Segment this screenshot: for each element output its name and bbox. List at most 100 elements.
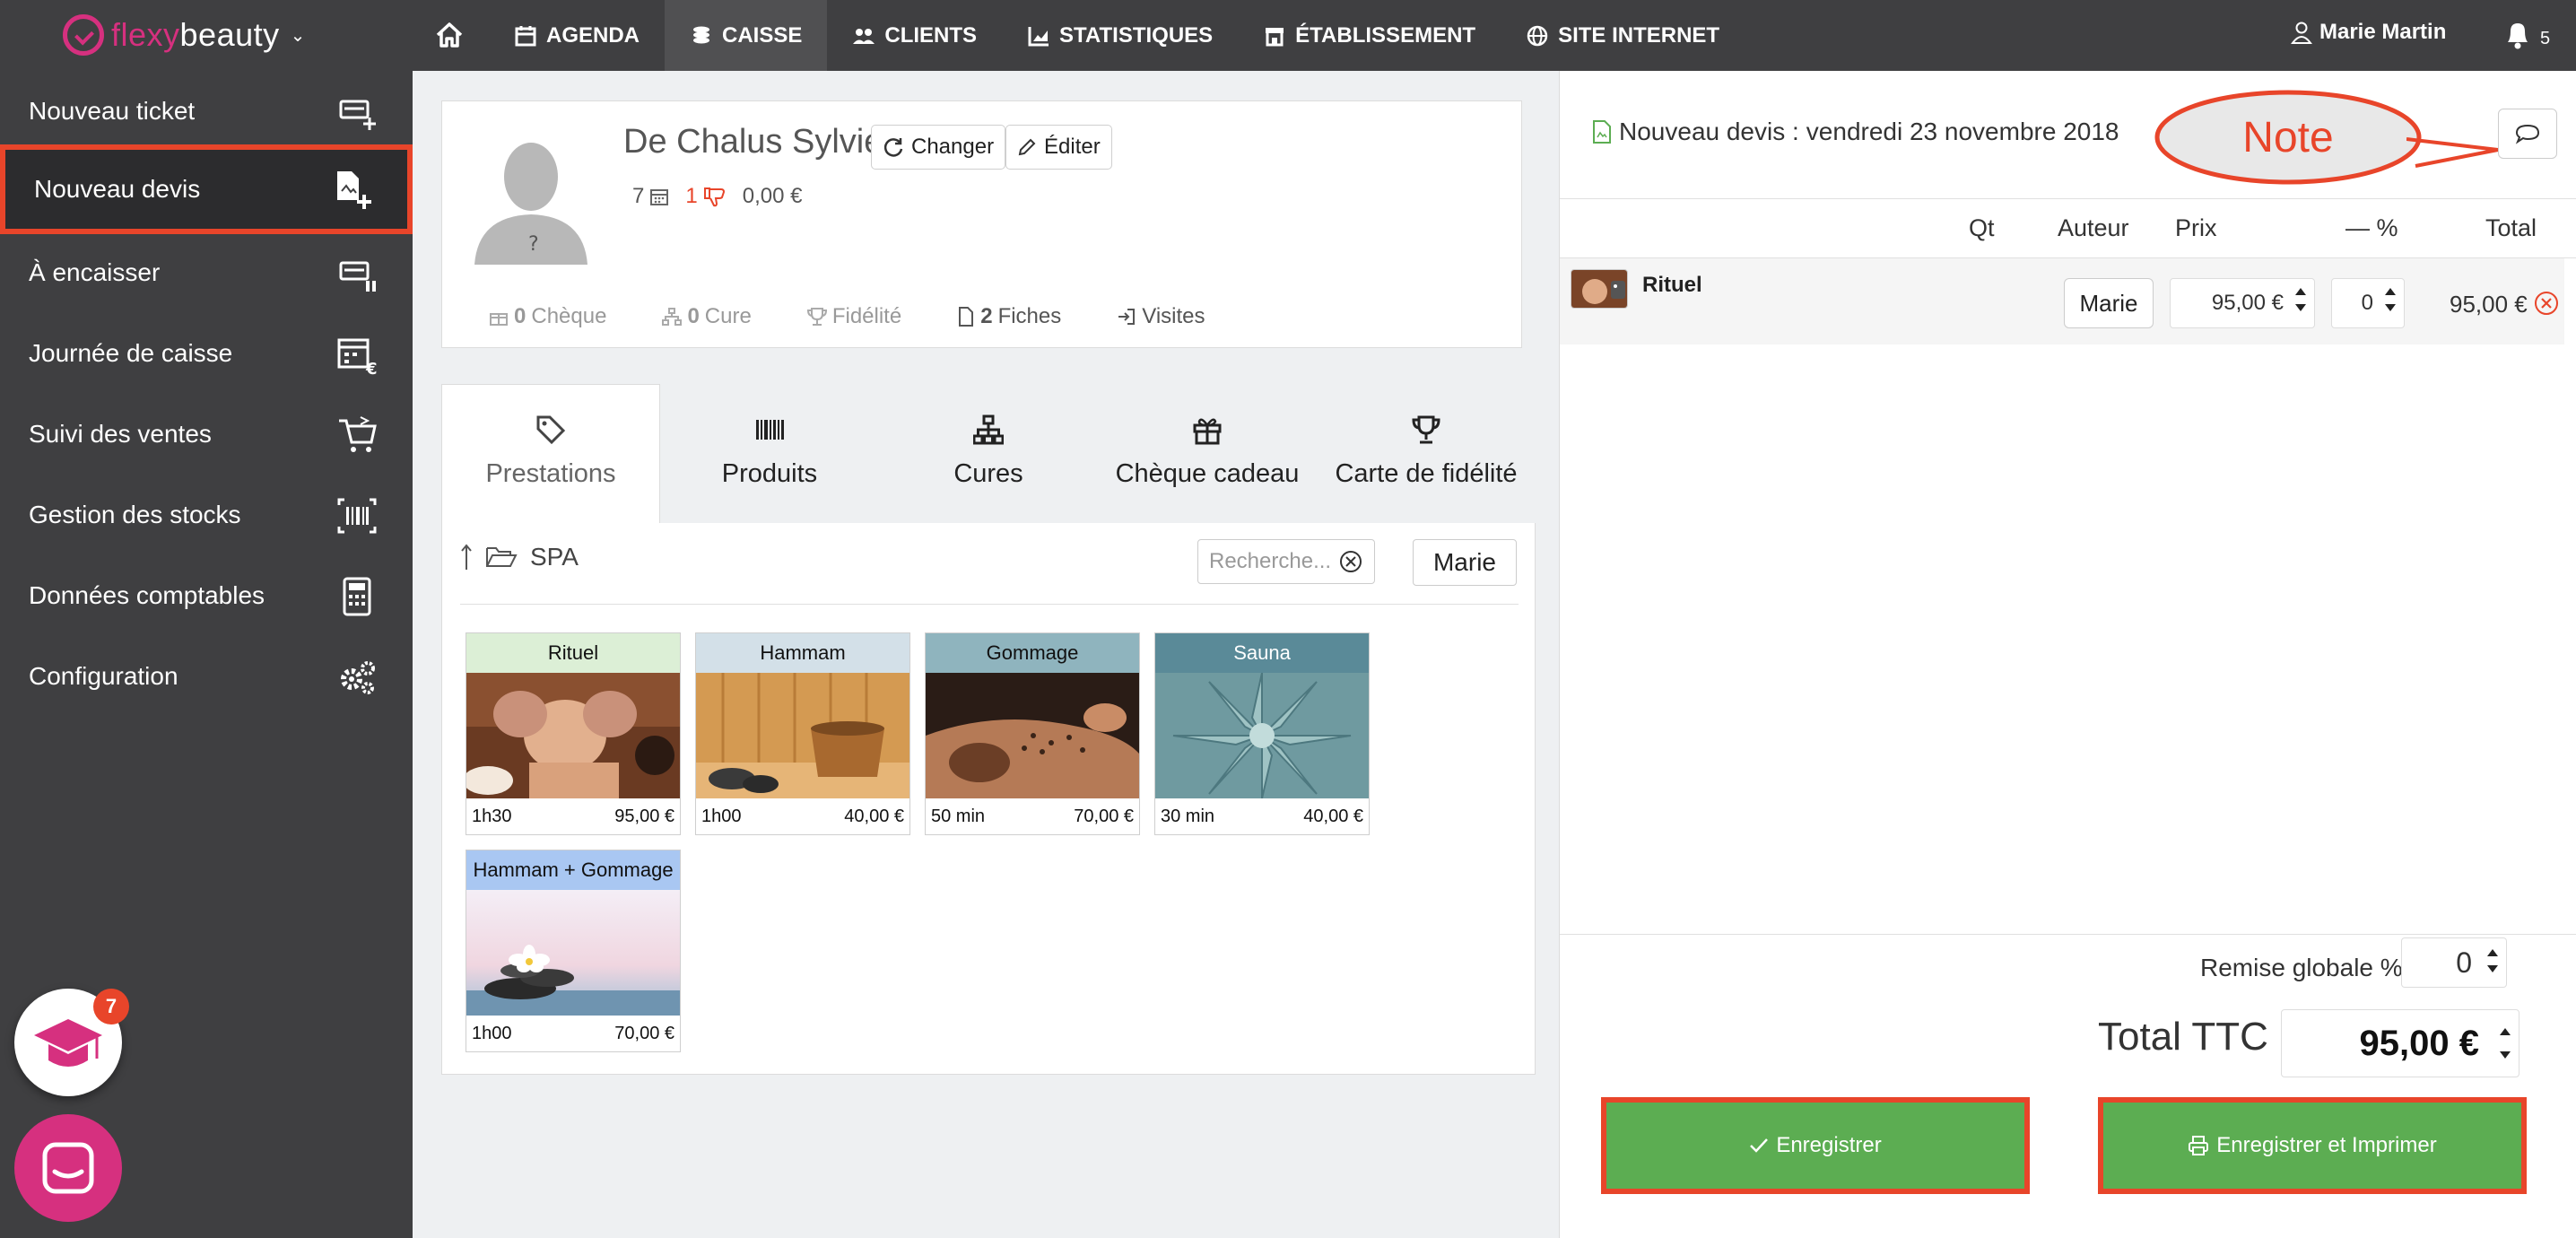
product-tile-hammam-gommage[interactable]: Hammam + Gommage 1h00 70,00 € bbox=[466, 850, 681, 1052]
sidebar-item-label: Données comptables bbox=[29, 581, 265, 609]
chat-button[interactable] bbox=[14, 1114, 122, 1222]
sidebar-item-label: Nouveau devis bbox=[34, 175, 201, 203]
product-duration: 50 min bbox=[931, 806, 986, 826]
spin-down-icon[interactable] bbox=[2486, 963, 2499, 974]
gift-icon bbox=[490, 313, 508, 326]
product-title: Gommage bbox=[926, 633, 1139, 673]
product-footer: 1h30 95,00 € bbox=[466, 798, 680, 834]
client-avatar[interactable]: ? bbox=[474, 139, 587, 265]
tab-label: Carte de fidélité bbox=[1335, 459, 1518, 488]
folder-open-icon bbox=[486, 547, 518, 567]
folder-breadcrumb[interactable]: SPA bbox=[460, 543, 579, 571]
sidebar-item-nouveau-ticket[interactable]: Nouveau ticket bbox=[0, 71, 413, 152]
spin-down-icon[interactable] bbox=[2384, 302, 2397, 313]
home-icon[interactable] bbox=[434, 20, 465, 50]
staff-filter-button[interactable]: Marie bbox=[1413, 539, 1517, 586]
printer-icon bbox=[2189, 1136, 2209, 1155]
sidebar-item-configuration[interactable]: Configuration bbox=[0, 636, 413, 717]
cash-register-icon bbox=[693, 26, 710, 43]
sidebar-item-journee-de-caisse[interactable]: Journée de caisse € bbox=[0, 313, 413, 394]
add-note-button[interactable] bbox=[2498, 109, 2557, 159]
sidebar-item-a-encaisser[interactable]: À encaisser bbox=[0, 232, 413, 313]
spin-up-icon[interactable] bbox=[2294, 286, 2307, 297]
sidebar-item-donnees-comptables[interactable]: Données comptables bbox=[0, 555, 413, 636]
global-discount-label: Remise globale % bbox=[2200, 954, 2403, 981]
col-qty: Qt bbox=[1969, 214, 1995, 241]
total-input[interactable]: 95,00 € bbox=[2281, 1009, 2519, 1077]
visits-count: 7 bbox=[632, 184, 645, 208]
product-tile-gommage[interactable]: Gommage 50 min 70,00 € bbox=[925, 632, 1140, 835]
tag-visites[interactable]: Visites bbox=[1117, 304, 1205, 329]
product-tile-sauna[interactable]: Sauna 30 min 40,00 € bbox=[1154, 632, 1370, 835]
product-duration: 1h00 bbox=[701, 806, 742, 826]
product-price: 40,00 € bbox=[844, 806, 904, 826]
save-print-button[interactable]: Enregistrer et Imprimer bbox=[2098, 1097, 2527, 1194]
app-logo[interactable]: flexybeauty ⌄ bbox=[63, 13, 305, 57]
tab-cures[interactable]: Cures bbox=[879, 384, 1098, 523]
edit-label: Éditer bbox=[1044, 135, 1101, 159]
spin-up-icon[interactable] bbox=[2499, 1026, 2511, 1037]
item-author-button[interactable]: Marie bbox=[2064, 278, 2154, 328]
logo-text-flexy: flexy bbox=[111, 16, 180, 53]
user-icon bbox=[2291, 22, 2312, 44]
sidebar-item-nouveau-devis[interactable]: Nouveau devis bbox=[0, 144, 413, 234]
item-price: 95,00 € bbox=[2211, 291, 2284, 315]
user-menu[interactable]: Marie Martin bbox=[2291, 20, 2446, 45]
item-discount-input[interactable]: 0 bbox=[2331, 278, 2405, 328]
tag-fiches[interactable]: 2 Fiches bbox=[957, 304, 1061, 329]
remove-line-icon[interactable] bbox=[2534, 291, 2559, 316]
global-discount-input[interactable]: 0 bbox=[2401, 937, 2507, 988]
tab-label: Cures bbox=[953, 459, 1023, 488]
tag-icon bbox=[536, 415, 566, 445]
main-nav: AGENDA CAISSE CLIENTS STATISTIQUES ÉTABL… bbox=[489, 0, 1745, 71]
new-ticket-icon bbox=[339, 100, 376, 130]
global-discount-value: 0 bbox=[2456, 946, 2472, 979]
nav-site-internet[interactable]: SITE INTERNET bbox=[1501, 0, 1745, 71]
save-button[interactable]: Enregistrer bbox=[1601, 1097, 2030, 1194]
tab-produits[interactable]: Produits bbox=[660, 384, 879, 523]
tag-cure[interactable]: 0 Cure bbox=[662, 304, 752, 329]
clear-search-icon[interactable] bbox=[1338, 549, 1363, 574]
nav-caisse[interactable]: CAISSE bbox=[665, 0, 828, 71]
nav-clients[interactable]: CLIENTS bbox=[827, 0, 1002, 71]
spin-down-icon[interactable] bbox=[2294, 302, 2307, 313]
item-discount: 0 bbox=[2361, 291, 2373, 315]
tab-cheque-cadeau[interactable]: Chèque cadeau bbox=[1098, 384, 1317, 523]
search-placeholder: Recherche... bbox=[1209, 549, 1332, 573]
tab-carte-fidelite[interactable]: Carte de fidélité bbox=[1317, 384, 1536, 523]
product-image-gommage bbox=[926, 673, 1139, 798]
avatar-mark: ? bbox=[528, 233, 539, 256]
tab-prestations[interactable]: Prestations bbox=[441, 384, 660, 523]
tag-fidelite[interactable]: Fidélité bbox=[806, 304, 901, 329]
global-discount-spinner[interactable] bbox=[2486, 947, 2499, 974]
spin-up-icon[interactable] bbox=[2384, 286, 2397, 297]
nav-statistiques[interactable]: STATISTIQUES bbox=[1002, 0, 1238, 71]
tag-label: Fiches bbox=[997, 304, 1062, 328]
note-callout: Note bbox=[2154, 90, 2422, 185]
client-balance: 0,00 € bbox=[742, 184, 803, 208]
nav-etablissement[interactable]: ÉTABLISSEMENT bbox=[1238, 0, 1501, 71]
tag-count: 2 bbox=[980, 304, 993, 328]
tag-cheque[interactable]: 0 Chèque bbox=[489, 304, 606, 329]
sidebar-item-suivi-des-ventes[interactable]: Suivi des ventes bbox=[0, 394, 413, 475]
nav-label: ÉTABLISSEMENT bbox=[1295, 22, 1476, 48]
sidebar-item-label: Suivi des ventes bbox=[29, 420, 212, 448]
spin-down-icon[interactable] bbox=[2499, 1050, 2511, 1060]
spin-up-icon[interactable] bbox=[2486, 947, 2499, 958]
logo-mark-icon bbox=[63, 14, 104, 56]
quote-file-icon bbox=[1593, 120, 1611, 144]
search-input[interactable]: Recherche... bbox=[1197, 539, 1375, 584]
item-price-input[interactable]: 95,00 € bbox=[2170, 278, 2315, 328]
total-spinner[interactable] bbox=[2499, 1026, 2511, 1060]
discount-spinner[interactable] bbox=[2384, 286, 2397, 313]
price-spinner[interactable] bbox=[2294, 286, 2307, 313]
edit-client-button[interactable]: Éditer bbox=[1005, 125, 1112, 170]
calendar-icon bbox=[515, 25, 536, 46]
notifications[interactable]: 5 bbox=[2502, 18, 2550, 50]
catalog-tabs: Prestations Produits Cures Chèque cadeau… bbox=[441, 384, 1536, 523]
product-tile-rituel[interactable]: Rituel 1h30 95,00 € bbox=[466, 632, 681, 835]
sidebar-item-gestion-des-stocks[interactable]: Gestion des stocks bbox=[0, 475, 413, 555]
product-tile-hammam[interactable]: Hammam 1h00 40,00 € bbox=[695, 632, 910, 835]
change-client-button[interactable]: Changer bbox=[871, 125, 1006, 170]
nav-agenda[interactable]: AGENDA bbox=[489, 0, 665, 71]
